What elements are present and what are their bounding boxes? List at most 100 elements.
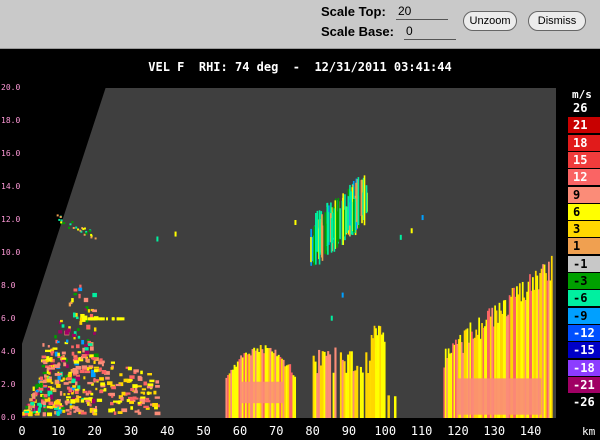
echo-column xyxy=(325,355,328,418)
echo-pixel xyxy=(115,383,121,387)
echo-pixel xyxy=(75,398,80,403)
echo-column xyxy=(315,213,317,265)
echo-column xyxy=(313,226,316,266)
echo-pixel xyxy=(153,390,157,395)
echo-pixel xyxy=(110,367,114,370)
echo-pixel xyxy=(72,312,76,318)
y-tick-label: 8.0 xyxy=(1,281,16,290)
echo-pixel xyxy=(60,221,63,224)
echo-pixel xyxy=(86,324,91,330)
echo-column xyxy=(341,359,344,418)
echo-pixel xyxy=(32,393,36,396)
legend-entry: 1 xyxy=(568,238,600,255)
legend-entry: 18 xyxy=(568,134,600,151)
dismiss-button[interactable]: Dismiss xyxy=(528,11,586,31)
echo-pixel xyxy=(152,402,158,407)
echo-pixel xyxy=(155,385,160,388)
legend-entry: -18 xyxy=(568,359,600,376)
legend-entry: 21 xyxy=(568,117,600,134)
echo-column xyxy=(345,372,348,418)
echo-column xyxy=(326,202,329,247)
echo-pixel xyxy=(63,362,67,367)
scale-base-input[interactable] xyxy=(404,23,456,40)
legend-entry: -12 xyxy=(568,324,600,341)
echo-pixel xyxy=(58,330,63,334)
echo-pixel xyxy=(92,292,97,298)
echo-pixel xyxy=(95,387,98,391)
echo-pixel xyxy=(67,373,72,378)
echo-pixel xyxy=(100,382,105,386)
plot-area[interactable] xyxy=(22,88,556,418)
echo-pixel xyxy=(66,386,71,390)
legend-entry: 15 xyxy=(568,151,600,168)
echo-pixel xyxy=(32,386,35,391)
echo-pixel xyxy=(140,396,146,399)
scale-top-input[interactable] xyxy=(396,3,448,20)
echo-pixel xyxy=(30,401,35,406)
echo-pixel xyxy=(113,411,117,415)
echo-column xyxy=(339,208,341,240)
echo-pixel xyxy=(60,219,63,222)
echo-pixel xyxy=(79,317,82,322)
echo-pixel xyxy=(83,233,86,236)
echo-pixel xyxy=(99,367,102,372)
echo-pixel xyxy=(71,345,74,349)
echo-pixel xyxy=(155,380,160,384)
y-tick-label: 18.0 xyxy=(1,116,21,125)
echo-pixel xyxy=(54,335,57,339)
echo-column xyxy=(314,361,317,418)
echo-pixel xyxy=(56,214,59,217)
echo-pixel xyxy=(77,328,80,331)
echo-column xyxy=(327,351,330,418)
y-tick-label: 10.0 xyxy=(1,248,21,257)
echo-pixel xyxy=(73,360,80,364)
x-tick-label: 90 xyxy=(341,424,357,438)
echo-pixel xyxy=(60,379,64,382)
echo-pixel xyxy=(83,297,89,303)
echo-pixel xyxy=(93,360,96,364)
y-tick-label: 16.0 xyxy=(1,149,21,158)
echo-pixel xyxy=(122,317,125,321)
echo-pixel xyxy=(82,347,85,353)
echo-pixel xyxy=(63,393,66,396)
echo-pixel xyxy=(101,370,107,374)
echo-pixel xyxy=(156,236,159,242)
echo-column xyxy=(342,193,344,246)
echo-column xyxy=(333,208,336,252)
echo-pixel xyxy=(37,402,41,406)
scale-base-label: Scale Base: xyxy=(321,24,394,39)
echo-pixel xyxy=(46,412,53,417)
echo-pixel xyxy=(36,383,41,388)
echo-pixel xyxy=(421,215,424,221)
echo-column xyxy=(332,372,335,418)
echo-pixel xyxy=(137,409,140,413)
echo-pixel xyxy=(68,381,72,384)
echo-pixel xyxy=(73,336,76,340)
echo-pixel xyxy=(89,346,94,351)
echo-pixel xyxy=(87,381,93,385)
echo-pixel xyxy=(85,399,90,403)
echo-pixel xyxy=(88,343,93,346)
legend-entry: -3 xyxy=(568,273,600,289)
echo-pixel xyxy=(87,390,91,393)
y-tick-label: 2.0 xyxy=(1,380,16,389)
echo-pixel xyxy=(24,410,30,413)
unzoom-button[interactable]: Unzoom xyxy=(463,11,517,31)
legend-entry: 12 xyxy=(568,169,600,186)
echo-pixel xyxy=(87,309,91,313)
echo-pixel xyxy=(91,398,96,404)
echo-core xyxy=(239,381,284,404)
echo-pixel xyxy=(137,401,141,405)
echo-pixel xyxy=(54,373,60,376)
echo-pixel xyxy=(77,228,80,231)
x-tick-label: 100 xyxy=(374,424,397,438)
echo-pixel xyxy=(123,378,129,383)
echo-pixel xyxy=(60,319,63,323)
echo-pixel xyxy=(87,367,93,370)
echo-column xyxy=(360,180,363,217)
echo-column xyxy=(347,354,350,418)
echo-pixel xyxy=(113,400,119,403)
echo-pixel xyxy=(96,398,103,402)
echo-pixel xyxy=(44,408,47,412)
echo-pixel xyxy=(89,314,94,318)
